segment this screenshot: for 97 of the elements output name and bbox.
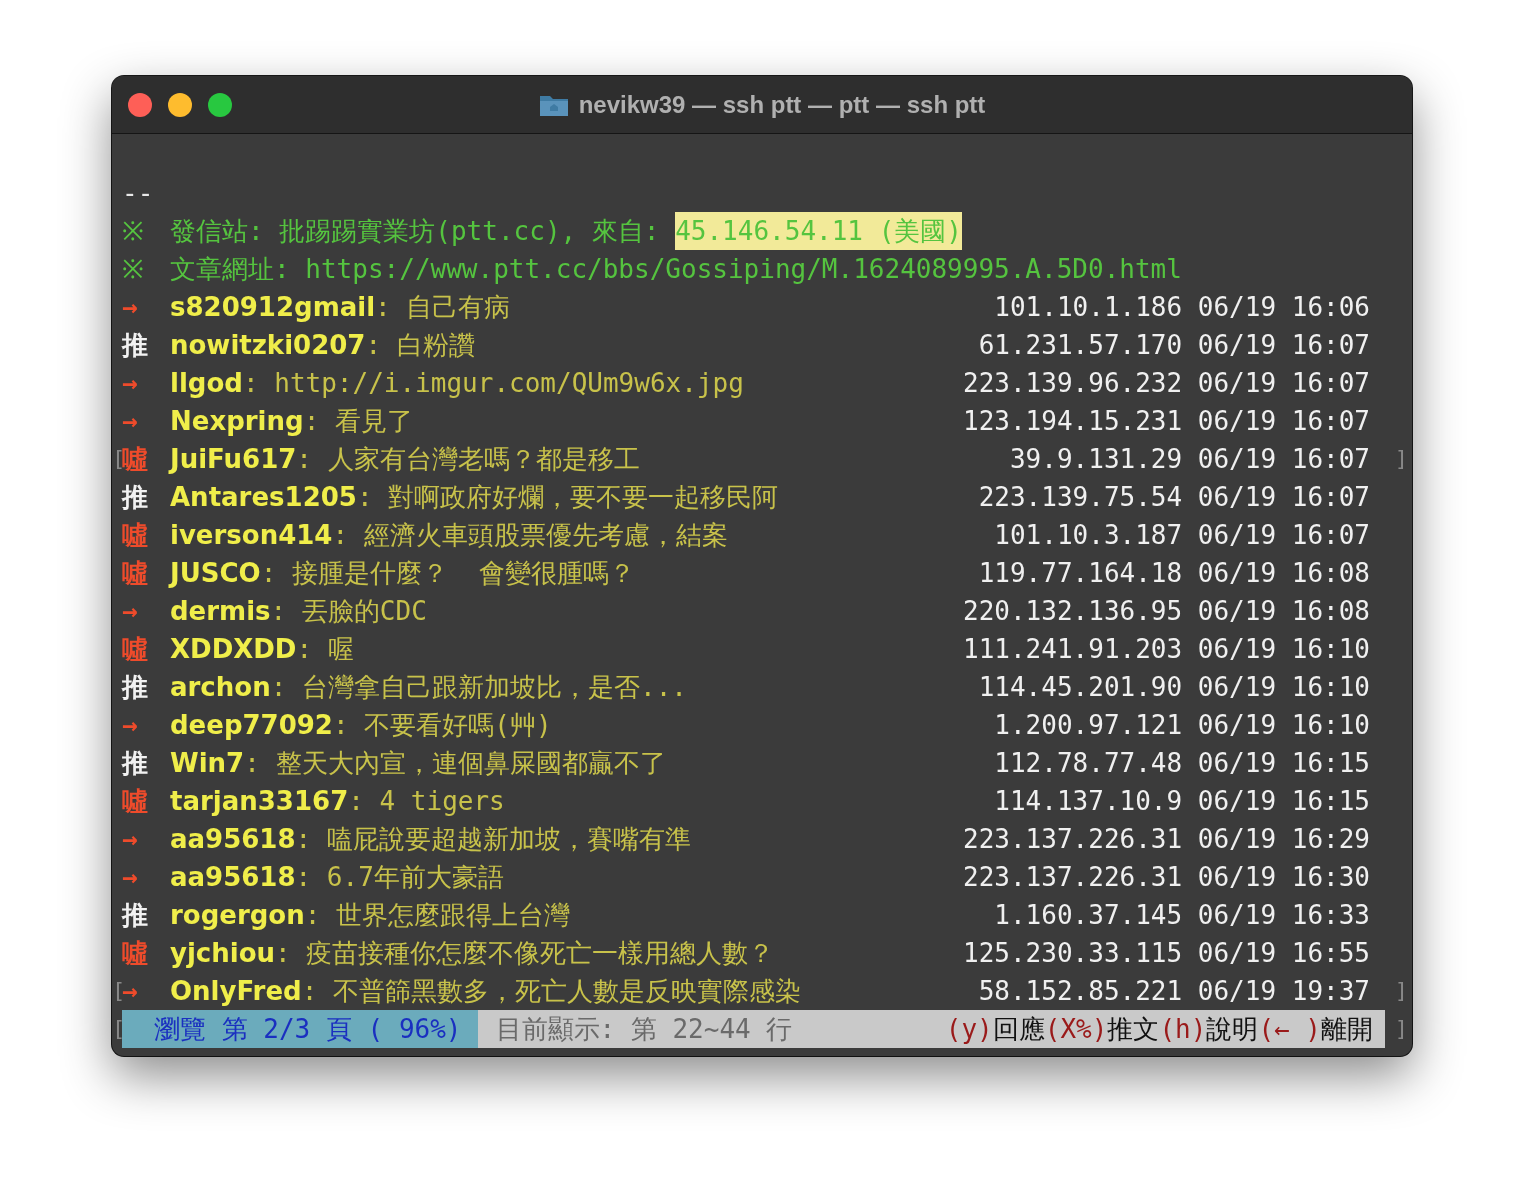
comment-text: : 人家有台灣老嗎？都是移工 — [296, 444, 640, 474]
comment-tag: 噓 — [122, 520, 148, 550]
comment-tag: 推 — [122, 748, 148, 778]
comment-tag: 推 — [122, 672, 148, 702]
comment-ip-time: 1.200.97.121 06/19 16:10 — [994, 709, 1370, 742]
comment-text: : 疫苗接種你怎麼不像死亡一樣用總人數？ — [275, 938, 775, 968]
bracket-mark: ] — [1394, 977, 1408, 1005]
comment-user: Win7 — [170, 747, 245, 780]
comment-text: : 喔 — [296, 634, 354, 664]
comment-text: : http://i.imgur.com/QUm9w6x.jpg — [242, 368, 744, 398]
hint-key: (h) — [1159, 1010, 1207, 1048]
comment-user: tarjan33167 — [170, 785, 349, 818]
comment-tag: → — [122, 368, 138, 398]
comment-user: iverson414 — [170, 519, 333, 552]
comment-text: : 看見了 — [303, 406, 413, 436]
comment-user: s820912gmail — [170, 291, 376, 324]
comment-user: XDDXDD — [170, 633, 297, 666]
reference-mark: ※ — [122, 215, 145, 248]
comment-user: archon — [170, 671, 271, 704]
comment-user: JUSCO — [170, 557, 261, 590]
comment-text: : 接腫是什麼？ 會變很腫嗎？ — [260, 558, 636, 588]
comment-ip-time: 1.160.37.145 06/19 16:33 — [994, 899, 1370, 932]
comment-tag: → — [122, 292, 138, 322]
comment-text: : 世界怎麼跟得上台灣 — [304, 900, 571, 930]
comment-tag: → — [122, 710, 138, 740]
hint-key: (← ) — [1258, 1010, 1321, 1048]
comment-ip-time: 223.139.96.232 06/19 16:07 — [963, 367, 1370, 400]
hint-label: 離開 — [1321, 1013, 1373, 1046]
separator-line: -- — [122, 177, 154, 210]
comment-ip-time: 123.194.15.231 06/19 16:07 — [963, 405, 1370, 438]
comment-text: : 4 tigers — [348, 786, 505, 816]
signature-text: 發信站: 批踢踢實業坊(ptt.cc), 來自: — [170, 215, 661, 248]
comment-text: : 白粉讚 — [365, 330, 475, 360]
hint-key: (X%) — [1044, 1010, 1108, 1048]
comment-tag: 噓 — [122, 558, 148, 588]
comment-user: dermis — [170, 595, 271, 628]
hint-label: 說明 — [1206, 1013, 1259, 1046]
comment-text: : 對啊政府好爛，要不要一起移民阿 — [356, 482, 779, 512]
comment-ip-time: 111.241.91.203 06/19 16:10 — [963, 633, 1370, 666]
comment-user: JuiFu617 — [170, 443, 297, 476]
comment-ip-time: 114.137.10.9 06/19 16:15 — [994, 785, 1370, 818]
comment-user: aa95618 — [170, 823, 296, 856]
close-button[interactable] — [128, 92, 152, 117]
comment-ip-time: 112.78.77.48 06/19 16:15 — [994, 747, 1370, 780]
window-title: nevikw39 — ssh ptt — ptt — ssh ptt — [578, 90, 986, 119]
comment-ip-time: 125.230.33.115 06/19 16:55 — [963, 937, 1370, 970]
comment-user: Nexpring — [170, 405, 304, 438]
comment-text: : 台灣拿自己跟新加坡比，是否... — [270, 672, 687, 702]
comment-ip-time: 114.45.201.90 06/19 16:10 — [978, 671, 1370, 704]
comment-tag: 推 — [122, 482, 148, 512]
comment-tag: → — [122, 824, 138, 854]
comment-text: : 不要看好嗎(艸) — [332, 710, 552, 740]
comment-text: : 經濟火車頭股票優先考慮，結案 — [332, 520, 728, 550]
comment-ip-time: 61.231.57.170 06/19 16:07 — [978, 329, 1370, 362]
hint-label: 推文 — [1107, 1013, 1160, 1046]
zoom-button[interactable] — [208, 92, 232, 117]
comment-text: : 自己有病 — [375, 292, 511, 322]
comment-text: : 6.7年前大豪語 — [295, 862, 504, 892]
comment-user: rogergon — [170, 899, 305, 932]
comment-ip-time: 101.10.1.186 06/19 16:06 — [994, 291, 1370, 324]
comment-user: llgod — [170, 367, 243, 400]
comment-tag: → — [122, 862, 138, 892]
status-mode: 瀏覽 第 2/3 頁 ( 96%) — [122, 1010, 478, 1048]
comment-tag: 噓 — [122, 786, 148, 816]
comment-text: : 不普篩黑數多，死亡人數是反映實際感染 — [301, 976, 801, 1006]
comment-text: : 整天大內宣，連個鼻屎國都贏不了 — [244, 748, 666, 778]
comment-tag: → — [122, 596, 138, 626]
reference-mark: ※ — [122, 253, 145, 286]
comment-ip-time: 58.152.85.221 06/19 19:37 — [978, 975, 1370, 1008]
comment-ip-time: 223.139.75.54 06/19 16:07 — [978, 481, 1370, 514]
comment-ip-time: 119.77.164.18 06/19 16:08 — [978, 557, 1370, 590]
comment-tag: 推 — [122, 330, 148, 360]
line-position: 目前顯示: 第 22~44 行 — [495, 1013, 793, 1046]
comment-user: yjchiou — [170, 937, 276, 970]
comment-tag: 噓 — [122, 938, 148, 968]
comment-tag: 噓 — [122, 634, 148, 664]
comment-user: nowitzki0207 — [170, 329, 366, 362]
hint-label: 回應 — [992, 1013, 1045, 1046]
comment-ip-time: 223.137.226.31 06/19 16:30 — [963, 861, 1370, 894]
signature-text: 文章網址: https://www.ptt.cc/bbs/Gossiping/M.1624089995.A.5D0.html — [170, 253, 1182, 286]
comment-text: : 嗑屁說要超越新加坡，賽嘴有準 — [295, 824, 691, 854]
bracket-mark: ] — [1394, 1015, 1408, 1043]
comment-text: : 丟臉的CDC — [270, 596, 427, 626]
comment-tag: 推 — [122, 900, 148, 930]
comment-user: OnlyFred — [170, 975, 302, 1008]
comment-user: deep77092 — [170, 709, 333, 742]
comment-user: Antares1205 — [170, 481, 357, 514]
bracket-mark: ] — [1394, 445, 1408, 473]
comment-ip-time: 39.9.131.29 06/19 16:07 — [1009, 443, 1370, 476]
comment-ip-time: 223.137.226.31 06/19 16:29 — [963, 823, 1370, 856]
minimize-button[interactable] — [168, 92, 192, 117]
comment-user: aa95618 — [170, 861, 296, 894]
comment-ip-time: 220.132.136.95 06/19 16:08 — [963, 595, 1370, 628]
hint-key: (y) — [945, 1010, 993, 1048]
highlighted-ip: 45.146.54.11 (美國) — [675, 212, 962, 250]
comment-ip-time: 101.10.3.187 06/19 16:07 — [994, 519, 1370, 552]
comment-tag: → — [122, 406, 138, 436]
